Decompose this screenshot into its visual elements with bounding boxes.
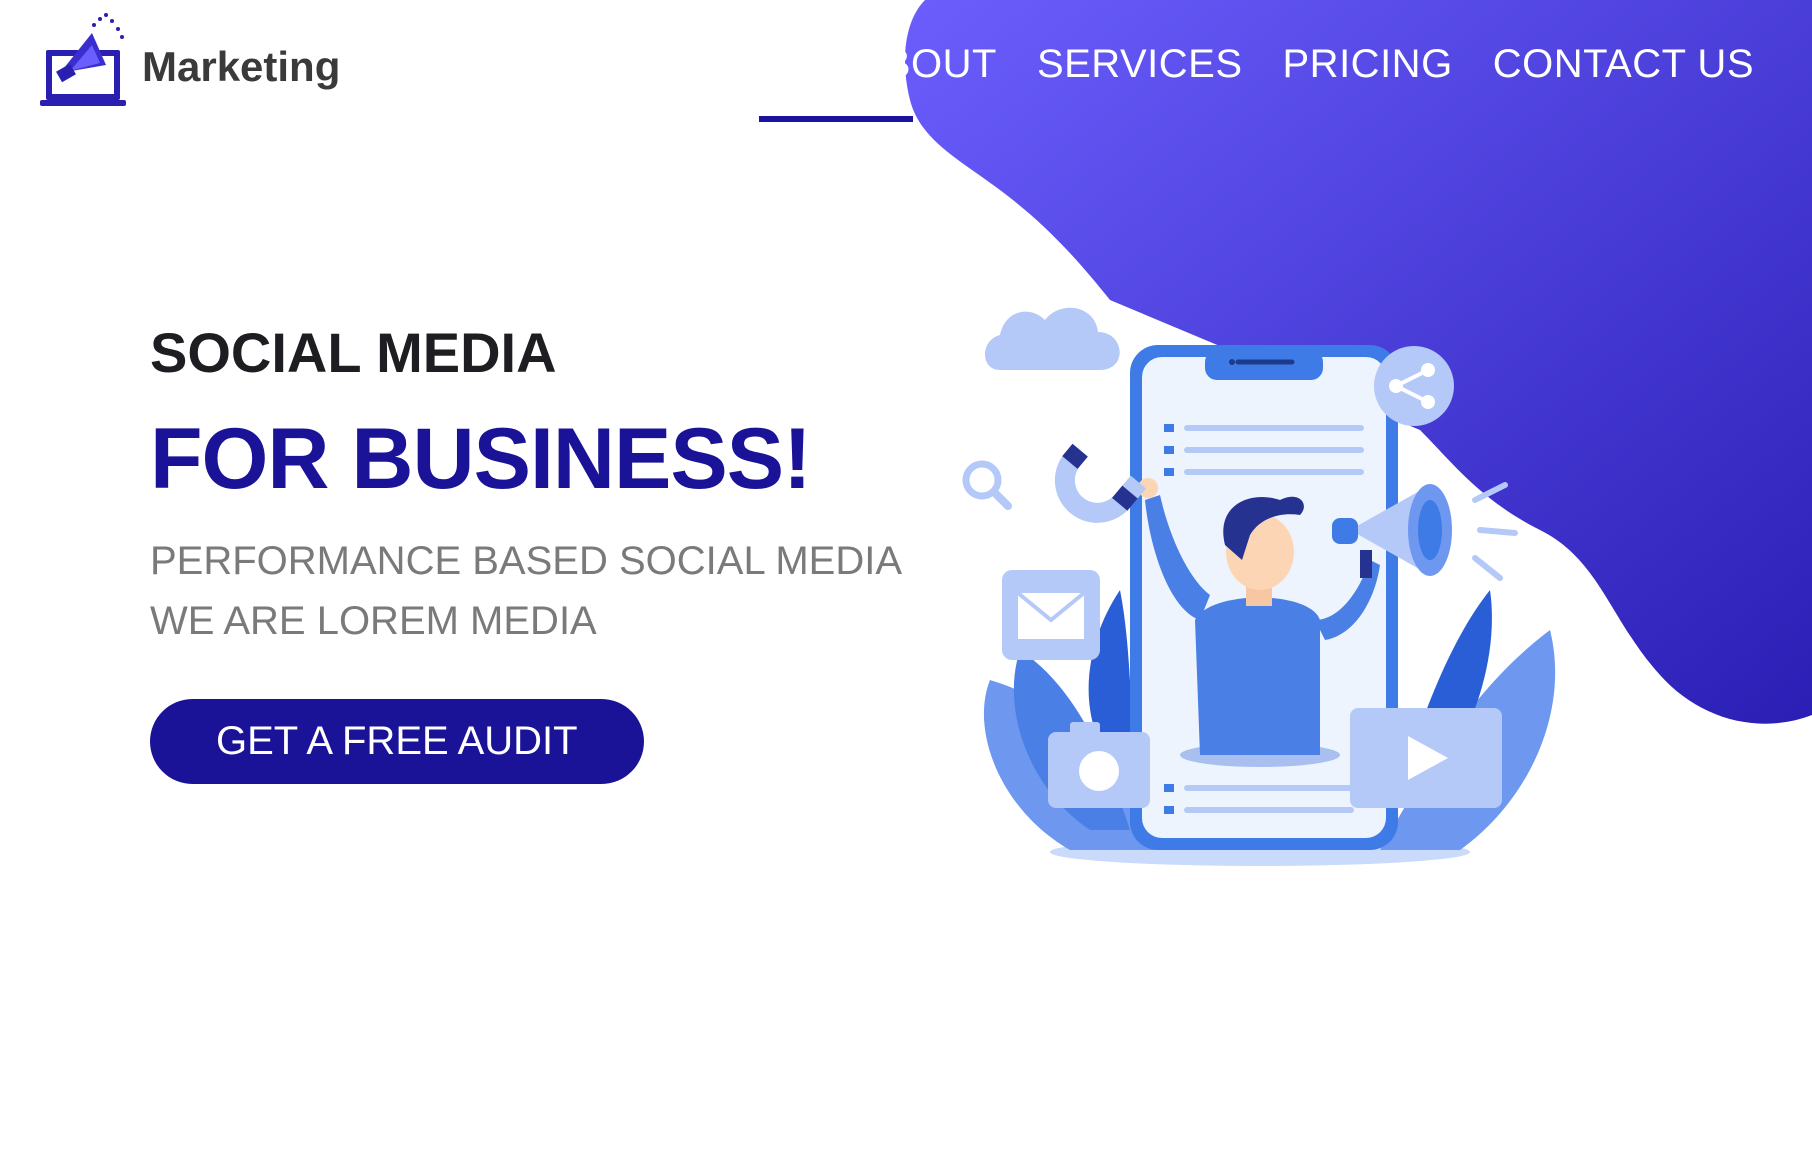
hero-illustration [962, 307, 1556, 866]
megaphone-laptop-icon [40, 13, 126, 106]
hero-title: FOR BUSINESS! [150, 411, 812, 507]
nav-item-contact-us[interactable]: CONTACT US [1493, 42, 1754, 87]
search-icon [962, 460, 1012, 510]
nav-item-pricing[interactable]: PRICING [1283, 42, 1453, 87]
magnet-icon [1054, 443, 1147, 523]
hero-kicker: SOCIAL MEDIA [150, 321, 557, 384]
hero-subtitle-line-2: WE ARE LOREM MEDIA [150, 599, 597, 643]
nav-underline [759, 116, 913, 122]
brand-logo[interactable]: Marketing [40, 5, 340, 110]
get-free-audit-button[interactable]: GET A FREE AUDIT [150, 699, 644, 784]
brand-name: Marketing [142, 42, 341, 90]
play-icon [1350, 708, 1502, 808]
main-nav: ABOUT SERVICES PRICING CONTACT US [857, 42, 1754, 87]
hero-subtitle: PERFORMANCE BASED SOCIAL MEDIA WE ARE LO… [150, 531, 902, 651]
nav-item-services[interactable]: SERVICES [1037, 42, 1243, 87]
cloud-icon [985, 307, 1120, 370]
hero-section: SOCIAL MEDIA FOR BUSINESS! PERFORMANCE B… [150, 320, 902, 784]
camera-icon [1048, 722, 1150, 808]
share-icon [1374, 346, 1454, 426]
nav-item-about[interactable]: ABOUT [857, 42, 997, 87]
mail-icon [1002, 570, 1100, 660]
hero-subtitle-line-1: PERFORMANCE BASED SOCIAL MEDIA [150, 539, 902, 583]
